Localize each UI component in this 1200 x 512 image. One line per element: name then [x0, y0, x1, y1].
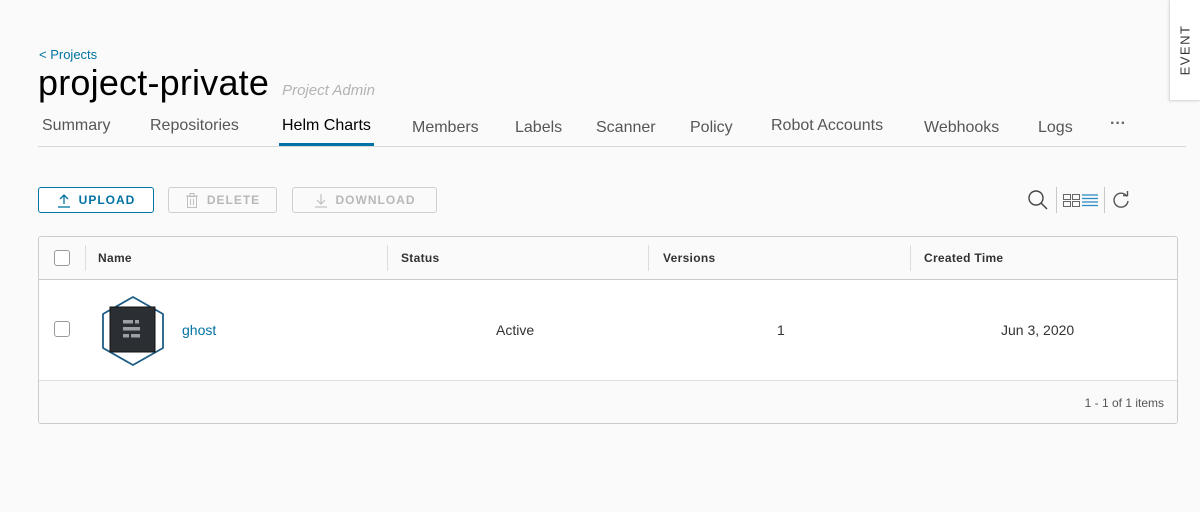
column-header-name[interactable]: Name [98, 251, 132, 265]
chart-name-link[interactable]: ghost [182, 322, 216, 338]
download-icon [314, 193, 327, 208]
list-view-icon[interactable] [1082, 193, 1098, 207]
column-separator [387, 245, 388, 271]
page-header: project-private Project Admin [38, 62, 375, 104]
table-row[interactable]: ghost Active 1 Jun 3, 2020 [39, 280, 1177, 381]
tab-robot-accounts[interactable]: Robot Accounts [771, 112, 883, 146]
page-title: project-private [38, 62, 270, 103]
tab-members[interactable]: Members [412, 114, 479, 148]
grid-toolbar [1026, 186, 1131, 214]
chart-versions: 1 [777, 322, 785, 338]
column-header-status[interactable]: Status [401, 251, 439, 265]
grid-footer: 1 - 1 of 1 items [39, 381, 1177, 423]
toolbar-divider [1056, 187, 1057, 213]
event-panel-label: EVENT [1177, 24, 1193, 76]
column-separator [910, 245, 911, 271]
download-label: DOWNLOAD [335, 193, 416, 207]
toolbar-divider [1104, 187, 1105, 213]
chart-created-time: Jun 3, 2020 [1001, 322, 1075, 338]
tab-repositories[interactable]: Repositories [150, 112, 239, 146]
tab-labels[interactable]: Labels [515, 114, 562, 148]
tab-policy[interactable]: Policy [690, 114, 733, 148]
tab-scanner[interactable]: Scanner [596, 114, 656, 148]
upload-label: UPLOAD [78, 193, 136, 207]
card-view-icon[interactable] [1063, 193, 1081, 207]
column-separator [648, 245, 649, 271]
trash-icon [185, 192, 198, 208]
column-separator [85, 245, 86, 271]
event-panel-toggle[interactable]: EVENT [1169, 0, 1200, 101]
search-icon[interactable] [1026, 188, 1050, 212]
tab-summary[interactable]: Summary [42, 112, 110, 146]
download-button[interactable]: DOWNLOAD [292, 187, 437, 213]
tab-logs[interactable]: Logs [1038, 114, 1073, 148]
chart-status: Active [496, 322, 535, 338]
column-header-versions[interactable]: Versions [663, 251, 715, 265]
helm-charts-grid: Name Status Versions Created Time ghost … [38, 236, 1178, 424]
back-to-projects-link[interactable]: < Projects [39, 47, 97, 62]
upload-button[interactable]: UPLOAD [38, 187, 154, 213]
project-role: Project Admin [282, 82, 375, 99]
pagination-summary: 1 - 1 of 1 items [1084, 396, 1164, 410]
refresh-icon[interactable] [1111, 190, 1131, 210]
tab-webhooks[interactable]: Webhooks [924, 114, 999, 148]
row-checkbox[interactable] [54, 321, 70, 337]
grid-header: Name Status Versions Created Time [39, 237, 1177, 280]
tab-more[interactable]: ··· [1110, 110, 1126, 144]
tab-helm-charts[interactable]: Helm Charts [279, 112, 374, 146]
project-tabs: Summary Repositories Helm Charts Members… [38, 112, 1186, 147]
select-all-checkbox[interactable] [54, 250, 70, 266]
column-header-created-time[interactable]: Created Time [924, 251, 1003, 265]
upload-icon [57, 193, 70, 208]
delete-button[interactable]: DELETE [168, 187, 277, 213]
delete-label: DELETE [206, 193, 261, 207]
ghost-chart-icon [102, 296, 164, 366]
